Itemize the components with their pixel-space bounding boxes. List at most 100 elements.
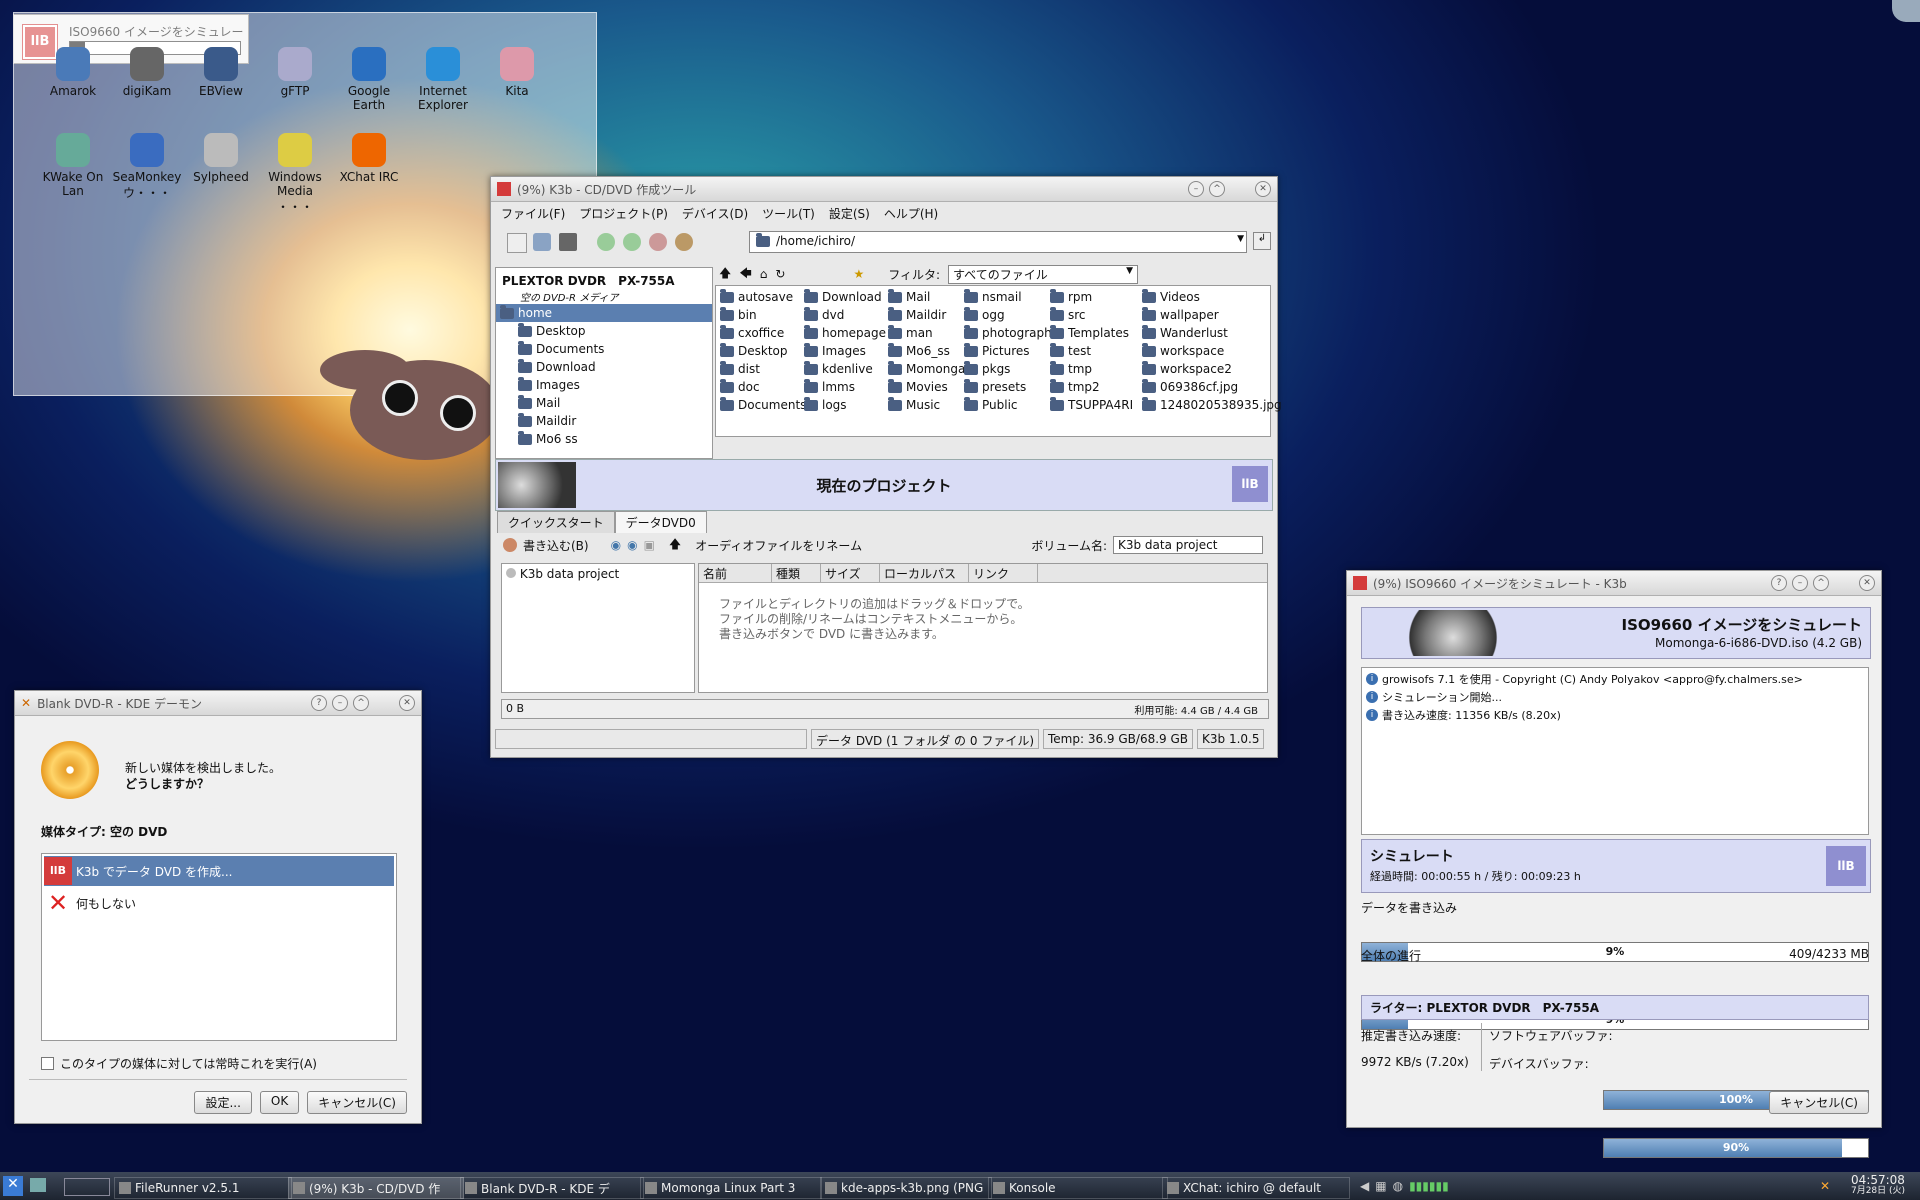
- minimize-button[interactable]: –: [1792, 575, 1808, 591]
- project-root-item[interactable]: K3b data project: [520, 567, 619, 581]
- open-icon[interactable]: [533, 233, 551, 251]
- tree-item[interactable]: Download: [496, 358, 712, 376]
- tree-item[interactable]: Desktop: [496, 322, 712, 340]
- corner-button[interactable]: [1892, 0, 1920, 22]
- file-item[interactable]: autosave: [720, 289, 793, 304]
- taskbar-item[interactable]: Blank DVD-R - KDE デ: [460, 1177, 644, 1199]
- add-files-icon[interactable]: ◉: [611, 538, 621, 552]
- menu-item[interactable]: ファイル(F): [501, 205, 565, 222]
- action-item-nothing[interactable]: ✕ 何もしない: [44, 888, 394, 918]
- file-item[interactable]: 1248020538935.jpg: [1142, 397, 1282, 412]
- format-icon[interactable]: [675, 233, 693, 251]
- tab[interactable]: クイックスタート: [497, 511, 615, 533]
- save-icon[interactable]: [559, 233, 577, 251]
- sim-titlebar[interactable]: (9%) ISO9660 イメージをシミュレート - K3b ? – ^ ✕: [1347, 571, 1881, 596]
- chevron-down-icon[interactable]: ▼: [1237, 234, 1244, 244]
- path-combo[interactable]: /home/ichiro/ ▼: [749, 231, 1247, 253]
- file-item[interactable]: rpm: [1050, 289, 1092, 304]
- erase-icon[interactable]: [649, 233, 667, 251]
- tab[interactable]: データDVD0: [614, 511, 707, 533]
- file-item[interactable]: tmp: [1050, 361, 1092, 376]
- file-item[interactable]: cxoffice: [720, 325, 784, 340]
- clipboard-icon[interactable]: ▦: [1375, 1179, 1386, 1193]
- file-item[interactable]: 069386cf.jpg: [1142, 379, 1238, 394]
- close-button[interactable]: ✕: [1859, 575, 1875, 591]
- action-item-k3b[interactable]: llB K3b でデータ DVD を作成...: [44, 856, 394, 886]
- file-item[interactable]: Desktop: [720, 343, 788, 358]
- cd-copy-icon[interactable]: [597, 233, 615, 251]
- maximize-button[interactable]: ^: [353, 695, 369, 711]
- menu-item[interactable]: デバイス(D): [682, 205, 748, 222]
- file-item[interactable]: Movies: [888, 379, 948, 394]
- file-item[interactable]: Wanderlust: [1142, 325, 1228, 340]
- taskbar-item[interactable]: XChat: ichiro @ default: [1162, 1177, 1350, 1199]
- file-item[interactable]: Documents: [720, 397, 806, 412]
- file-item[interactable]: tmp2: [1050, 379, 1100, 394]
- menu-item[interactable]: ツール(T): [762, 205, 815, 222]
- ok-button[interactable]: OK: [259, 1091, 300, 1114]
- file-item[interactable]: Maildir: [888, 307, 946, 322]
- desktop-icon[interactable]: EBView: [184, 47, 258, 98]
- file-item[interactable]: man: [888, 325, 933, 340]
- tree-item[interactable]: home: [496, 304, 712, 322]
- file-item[interactable]: Public: [964, 397, 1018, 412]
- column-header[interactable]: リンク: [969, 564, 1038, 582]
- file-item[interactable]: Momonga: [888, 361, 965, 376]
- column-header[interactable]: ローカルパス: [880, 564, 969, 582]
- help-button[interactable]: ?: [1771, 575, 1787, 591]
- file-item[interactable]: Images: [804, 343, 866, 358]
- desktop-icon[interactable]: Google Earth: [332, 47, 406, 112]
- file-item[interactable]: doc: [720, 379, 760, 394]
- file-item[interactable]: nsmail: [964, 289, 1022, 304]
- column-header[interactable]: 名前: [699, 564, 772, 582]
- desktop-icon[interactable]: XChat IRC: [332, 133, 406, 184]
- file-item[interactable]: Download: [804, 289, 882, 304]
- close-button[interactable]: ✕: [399, 695, 415, 711]
- desktop-icon[interactable]: Kita: [480, 47, 554, 98]
- settings-button[interactable]: 設定...: [194, 1091, 252, 1114]
- back-icon[interactable]: 🡄: [739, 264, 751, 285]
- file-item[interactable]: Mail: [888, 289, 930, 304]
- desktop-icon[interactable]: SeaMonkey ウ・・・: [110, 133, 184, 201]
- column-header[interactable]: サイズ: [821, 564, 880, 582]
- file-item[interactable]: workspace: [1142, 343, 1224, 358]
- file-item[interactable]: dist: [720, 361, 760, 376]
- minimize-button[interactable]: –: [1188, 181, 1204, 197]
- file-item[interactable]: pkgs: [964, 361, 1010, 376]
- up-icon[interactable]: 🡅: [719, 264, 731, 285]
- desktop-icon[interactable]: Sylpheed: [184, 133, 258, 184]
- desktop-icon[interactable]: Internet Explorer: [406, 47, 480, 112]
- taskbar-item[interactable]: Konsole: [988, 1177, 1168, 1199]
- kde-dialog-titlebar[interactable]: ✕ Blank DVD-R - KDE デーモン ? – ^ ✕: [15, 691, 421, 716]
- reload-icon[interactable]: ↻: [775, 267, 785, 281]
- desktop-icon[interactable]: gFTP: [258, 47, 332, 98]
- pager-icon[interactable]: [64, 1178, 110, 1196]
- tree-item[interactable]: Maildir: [496, 412, 712, 430]
- file-item[interactable]: workspace2: [1142, 361, 1232, 376]
- tree-item[interactable]: Mail: [496, 394, 712, 412]
- parent-dir-icon[interactable]: 🡅: [669, 535, 681, 556]
- file-item[interactable]: logs: [804, 397, 847, 412]
- desktop-icon[interactable]: Windows Media ・・・: [258, 133, 332, 215]
- file-item[interactable]: kdenlive: [804, 361, 873, 376]
- file-item[interactable]: wallpaper: [1142, 307, 1219, 322]
- burn-icon[interactable]: [503, 538, 517, 552]
- taskbar-item[interactable]: FileRunner v2.5.1: [114, 1177, 292, 1199]
- tree-item[interactable]: Documents: [496, 340, 712, 358]
- rename-button[interactable]: オーディオファイルをリネーム: [695, 537, 862, 554]
- maximize-button[interactable]: ^: [1209, 181, 1225, 197]
- tree-item[interactable]: Mo6 ss: [496, 430, 712, 448]
- desktop-icon[interactable]: digiKam: [110, 47, 184, 98]
- remove-icon[interactable]: ◉: [627, 538, 637, 552]
- column-header[interactable]: 種類: [772, 564, 821, 582]
- desktop-icon[interactable]: KWake On Lan: [36, 133, 110, 198]
- file-item[interactable]: test: [1050, 343, 1091, 358]
- file-item[interactable]: bin: [720, 307, 757, 322]
- tree-item[interactable]: Images: [496, 376, 712, 394]
- file-item[interactable]: Videos: [1142, 289, 1200, 304]
- help-button[interactable]: ?: [311, 695, 327, 711]
- burn-button[interactable]: 書き込む(B): [523, 537, 589, 554]
- file-item[interactable]: Mo6_ss: [888, 343, 950, 358]
- menu-item[interactable]: プロジェクト(P): [579, 205, 668, 222]
- properties-icon[interactable]: ▣: [644, 538, 655, 552]
